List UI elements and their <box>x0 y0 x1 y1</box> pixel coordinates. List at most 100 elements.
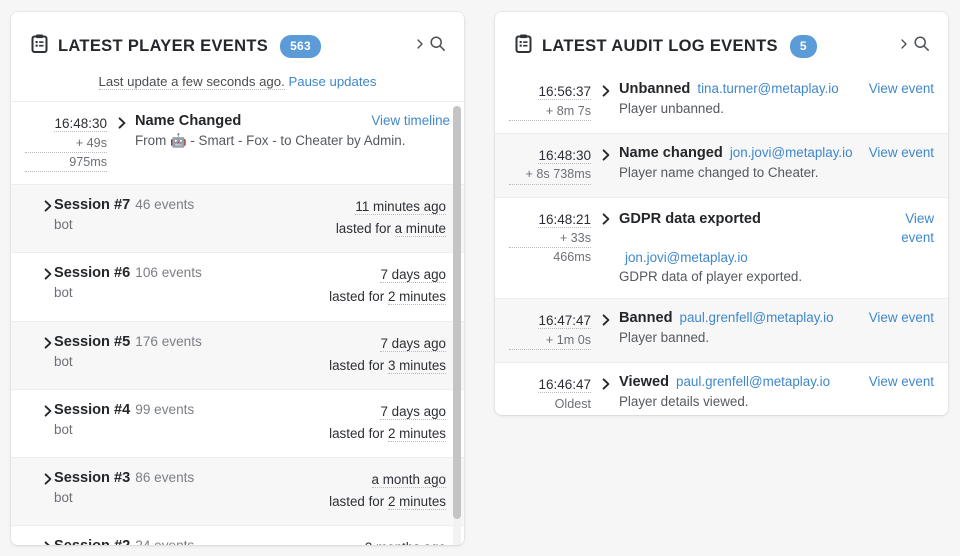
expand-chevron-icon[interactable] <box>43 405 54 422</box>
session-event-count: 99 events <box>135 401 195 417</box>
audit-event-row[interactable]: 16:47:47 + 1m 0s Banned paul.grenfell@metap… <box>495 299 948 364</box>
view-event-link[interactable]: View event <box>869 374 934 389</box>
audit-actor-link[interactable]: paul.grenfell@metaplay.io <box>676 374 830 389</box>
session-expand-toggle[interactable] <box>25 402 54 423</box>
session-info: Session #224 eventsbot <box>54 538 302 545</box>
page-title: LATEST PLAYER EVENTS <box>58 36 269 55</box>
audit-time-value: 16:47:47 <box>538 313 591 330</box>
audit-delta-1: Oldest <box>554 396 591 411</box>
view-timeline-link[interactable]: View timeline <box>371 113 450 128</box>
event-delta-1: + 49s <box>25 134 107 153</box>
view-event-link[interactable]: View event <box>869 81 934 96</box>
session-row[interactable]: Session #5 176 events bot 7 days ago lasted … <box>11 321 464 390</box>
audit-event-row[interactable]: 16:48:30 + 8s 738ms Name changed jon.jovi@m… <box>495 133 948 198</box>
audit-event-row[interactable]: 16:56:37 + 8m 7s Unbanned tina.turner@metap… <box>495 70 948 134</box>
session-ago: 7 days ago <box>380 335 446 352</box>
audit-actor-link[interactable]: jon.jovi@metaplay.io <box>619 250 934 265</box>
session-event-count: 106 events <box>135 265 202 281</box>
session-info: Session #4 99 events bot <box>54 402 329 437</box>
audit-actor-link[interactable]: tina.turner@metaplay.io <box>697 81 838 96</box>
session-duration: lasted for 2 minutes <box>329 289 446 306</box>
scrollbar-track[interactable] <box>453 106 461 545</box>
row-expand-toggle[interactable] <box>117 113 135 172</box>
search-icon[interactable] <box>913 35 930 57</box>
scrollbar-thumb[interactable] <box>453 106 461 519</box>
audit-expand-toggle[interactable] <box>601 145 619 185</box>
audit-expand-toggle[interactable] <box>601 374 619 415</box>
player-card-tools <box>415 35 446 57</box>
audit-actor-link[interactable]: paul.grenfell@metaplay.io <box>680 310 834 325</box>
audit-delta-1: + 33s <box>509 229 591 249</box>
latest-player-events-card: LATEST PLAYER EVENTS 563 Last update a f… <box>11 12 464 545</box>
audit-event-name: Viewed <box>619 374 670 391</box>
audit-event-name: Unbanned <box>619 81 691 97</box>
session-ago: 3 months ago <box>364 540 446 545</box>
audit-event-description: GDPR data of player exported. <box>619 268 803 284</box>
view-event-link[interactable]: View event <box>876 209 934 248</box>
session-row[interactable]: Session #224 eventsbot3 months agolasted… <box>11 526 464 545</box>
session-expand-toggle[interactable] <box>25 334 54 355</box>
session-row[interactable]: Session #7 46 events bot 11 minutes ago last… <box>11 185 464 254</box>
expand-chevron-icon[interactable] <box>601 213 612 230</box>
session-user: bot <box>54 217 73 233</box>
chevron-right-icon[interactable] <box>415 37 426 56</box>
expand-chevron-icon[interactable] <box>43 200 54 217</box>
view-event-link[interactable]: View event <box>869 145 934 160</box>
view-event-link[interactable]: View event <box>869 310 934 325</box>
expand-chevron-icon[interactable] <box>601 378 612 395</box>
audit-actor-link[interactable]: jon.jovi@metaplay.io <box>730 145 853 160</box>
expand-chevron-icon[interactable] <box>601 85 612 102</box>
player-events-count-badge: 563 <box>280 34 321 58</box>
session-expand-toggle[interactable] <box>25 265 54 286</box>
session-title: Session #6 106 events <box>54 265 202 282</box>
session-row[interactable]: Session #4 99 events bot 7 days ago lasted f… <box>11 389 464 458</box>
expand-chevron-icon[interactable] <box>117 117 128 134</box>
session-timing: 11 minutes ago lasted for a minute <box>336 197 446 239</box>
expand-chevron-icon[interactable] <box>601 149 612 166</box>
audit-delta-1: + 8m 7s <box>509 102 591 121</box>
event-time-value: 16:48:30 <box>54 116 107 132</box>
session-expand-toggle[interactable] <box>25 197 54 218</box>
session-expand-toggle[interactable] <box>25 538 54 545</box>
audit-delta-1: + 1m 0s <box>509 331 591 351</box>
audit-page-title: LATEST AUDIT LOG EVENTS <box>542 36 778 55</box>
expand-chevron-icon[interactable] <box>601 314 612 331</box>
player-events-scroll-area[interactable]: 16:48:30 + 49s 975ms Name Changed View timel… <box>11 101 464 545</box>
session-event-count: 176 events <box>135 333 202 349</box>
player-event-row[interactable]: 16:48:30 + 49s 975ms Name Changed View timel… <box>11 102 464 186</box>
audit-time-value: 16:48:30 <box>538 147 591 164</box>
session-user: bot <box>54 421 73 437</box>
expand-chevron-icon[interactable] <box>43 268 54 285</box>
audit-event-row[interactable]: 16:46:47 Oldest event Viewed paul.grenfell@m… <box>495 363 948 415</box>
audit-event-body: Name changed jon.jovi@metaplay.io View eve… <box>619 145 934 185</box>
session-info: Session #6 106 events bot <box>54 265 329 300</box>
session-expand-toggle[interactable] <box>25 470 54 491</box>
audit-event-description: Player details viewed. <box>619 394 749 410</box>
latest-audit-log-events-card: LATEST AUDIT LOG EVENTS 5 16:56:37 + 8m 7… <box>495 12 948 415</box>
session-timing: 7 days ago lasted for 2 minutes <box>329 402 446 444</box>
expand-chevron-icon[interactable] <box>43 336 54 354</box>
audit-event-name: Name changed <box>619 144 723 161</box>
expand-chevron-icon[interactable] <box>43 473 54 490</box>
audit-event-body: GDPR data exported View event jon.jovi@met… <box>619 209 934 287</box>
expand-chevron-icon[interactable] <box>43 541 54 545</box>
event-description: From 🤖 - Smart - Fox - to Cheater by Adm… <box>135 133 406 148</box>
event-body: Name Changed View timeline From 🤖 - Smart … <box>135 113 450 172</box>
pause-updates-link[interactable]: Pause updates <box>288 74 376 89</box>
audit-expand-toggle[interactable] <box>601 81 619 121</box>
session-row[interactable]: Session #3 86 events bot a month ago lasted … <box>11 457 464 527</box>
audit-timestamp: 16:56:37 + 8m 7s <box>509 81 601 121</box>
chevron-right-icon[interactable] <box>899 37 910 56</box>
audit-time-value: 16:46:47 <box>538 377 591 394</box>
search-icon[interactable] <box>429 35 446 57</box>
player-events-list: 16:48:30 + 49s 975ms Name Changed View timel… <box>11 102 464 545</box>
event-name: Name Changed <box>135 113 242 129</box>
session-row[interactable]: Session #6 106 events bot 7 days ago lasted … <box>11 253 464 322</box>
audit-expand-toggle[interactable] <box>601 310 619 350</box>
session-info: Session #5 176 events bot <box>54 334 329 369</box>
session-title: Session #224 events <box>54 538 302 545</box>
session-timing: a month ago lasted for 2 minutes <box>329 470 446 512</box>
audit-expand-toggle[interactable] <box>601 209 619 287</box>
audit-event-row[interactable]: 16:48:21 + 33s 466ms GDPR data exported View… <box>495 197 948 300</box>
last-update-text: Last update a few seconds ago. <box>98 74 285 90</box>
